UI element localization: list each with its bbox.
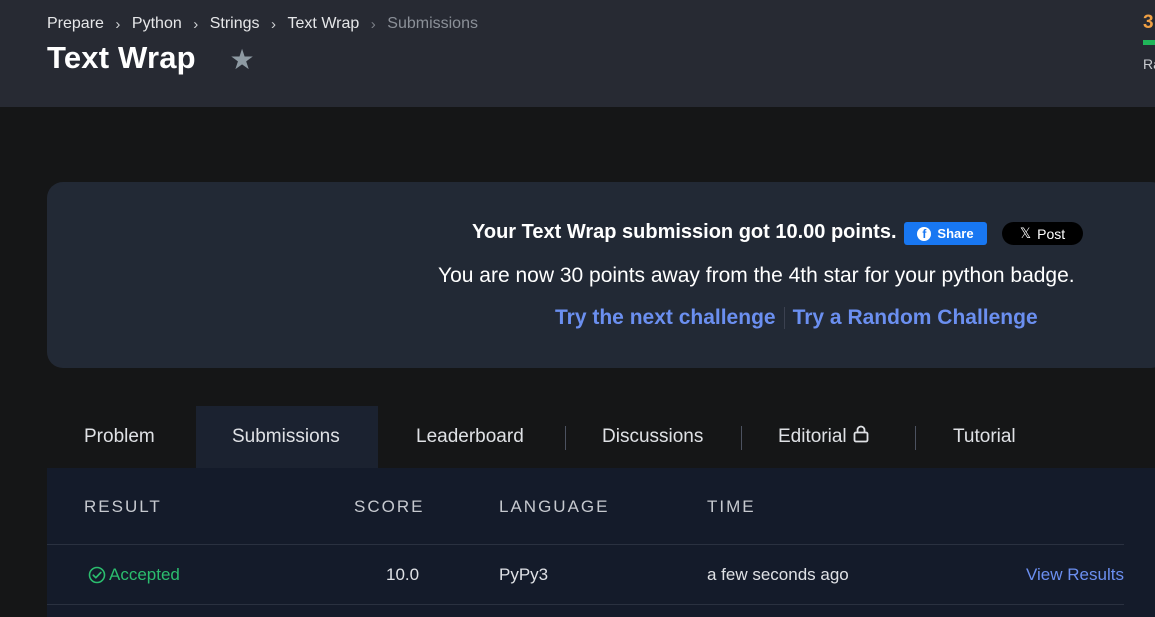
row-divider: [47, 544, 1124, 545]
breadcrumb-prepare[interactable]: Prepare: [47, 15, 104, 33]
post-label: Post: [1037, 225, 1066, 242]
submissions-table: [47, 468, 1155, 617]
breadcrumb-submissions: Submissions: [387, 15, 478, 32]
chevron-right-icon: ›: [370, 15, 376, 33]
chevron-right-icon: ›: [193, 15, 199, 33]
tab-label: Editorial: [778, 426, 847, 447]
tab-label: Leaderboard: [416, 426, 524, 447]
language-value: PyPy3: [499, 565, 549, 584]
score-value: 10.0: [386, 565, 420, 584]
header-result: RESULT: [84, 497, 162, 516]
tab-submissions[interactable]: Submissions: [196, 406, 378, 468]
tab-editorial[interactable]: Editorial: [742, 406, 916, 468]
tab-problem[interactable]: Problem: [47, 406, 196, 468]
breadcrumb: Prepare › Python › Strings › Text Wrap ›…: [47, 14, 478, 34]
tab-discussions[interactable]: Discussions: [566, 406, 742, 468]
tab-label: Submissions: [232, 426, 340, 447]
page-title: Text Wrap: [47, 40, 196, 75]
header-time: TIME: [707, 497, 756, 516]
tab-label: Tutorial: [953, 426, 1016, 447]
breadcrumb-text-wrap[interactable]: Text Wrap: [288, 15, 360, 33]
breadcrumb-python[interactable]: Python: [132, 15, 182, 33]
result-status: Accepted: [88, 565, 180, 585]
rank-label: Ra: [1143, 56, 1155, 72]
row-divider: [47, 604, 1124, 605]
tab-leaderboard[interactable]: Leaderboard: [378, 406, 566, 468]
next-challenge-link[interactable]: Try the next challenge: [555, 306, 776, 329]
x-post-button[interactable]: 𝕏 Post: [1002, 222, 1083, 245]
x-icon: 𝕏: [1019, 225, 1032, 241]
view-results-link[interactable]: View Results: [1026, 565, 1124, 585]
submission-points-message: Your Text Wrap submission got 10.00 poin…: [472, 221, 897, 243]
facebook-icon: f: [917, 226, 932, 241]
chevron-right-icon: ›: [271, 15, 277, 33]
result-label: Accepted: [109, 565, 180, 584]
tab-label: Discussions: [602, 426, 704, 447]
badge-progress-message: You are now 30 points away from the 4th …: [438, 264, 1075, 287]
share-label: Share: [937, 226, 974, 241]
breadcrumb-strings[interactable]: Strings: [210, 15, 260, 33]
time-value: a few seconds ago: [707, 565, 849, 584]
tab-tutorial[interactable]: Tutorial: [916, 406, 1056, 468]
challenge-links: Try the next challenge Try a Random Chall…: [555, 306, 1038, 330]
star-icon[interactable]: ★: [227, 45, 257, 75]
check-circle-icon: [88, 566, 106, 584]
chevron-right-icon: ›: [115, 15, 121, 33]
lock-icon: [853, 425, 869, 449]
link-divider: [783, 307, 785, 330]
header-score: SCORE: [354, 497, 425, 516]
rank-progress-bar: [1143, 40, 1155, 45]
random-challenge-link[interactable]: Try a Random Challenge: [793, 306, 1038, 329]
facebook-share-button[interactable]: f Share: [904, 222, 987, 245]
problem-tabs: Problem Submissions Leaderboard Discussi…: [47, 406, 1056, 468]
rank-value: 3: [1143, 12, 1154, 33]
header-language: LANGUAGE: [499, 497, 610, 516]
tab-label: Problem: [84, 426, 155, 447]
